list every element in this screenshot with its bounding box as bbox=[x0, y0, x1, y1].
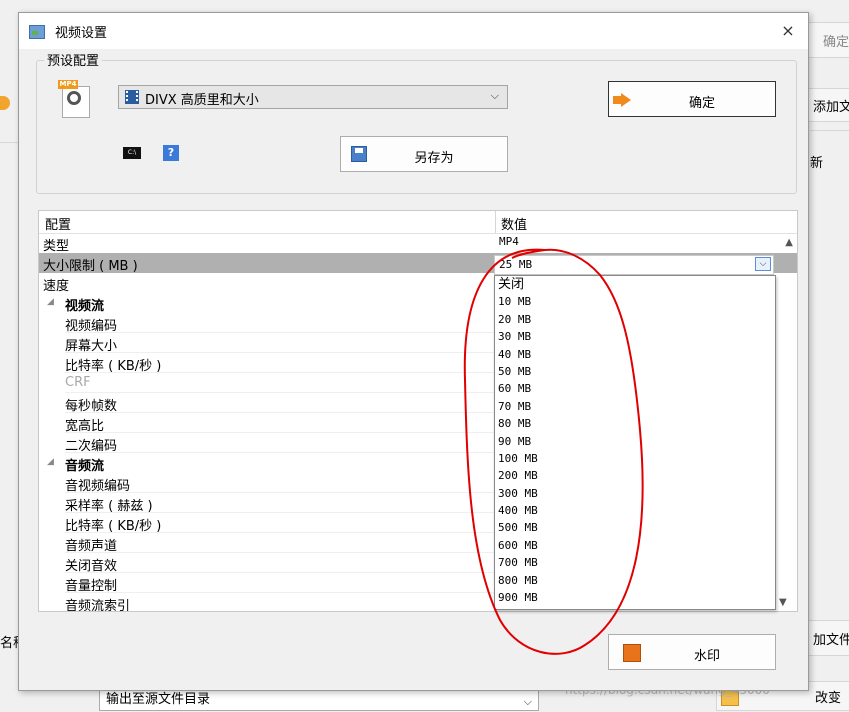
change-button-label: 改变 bbox=[814, 690, 841, 706]
grid-row-label: 速度 bbox=[43, 279, 70, 294]
scroll-up-icon[interactable]: ▲ bbox=[785, 237, 793, 248]
grid-row-label: 类型 bbox=[43, 239, 70, 254]
grid-row-label: CRF bbox=[65, 375, 91, 390]
save-as-button[interactable]: 另存为 bbox=[340, 136, 508, 172]
help-icon[interactable]: ? bbox=[163, 145, 179, 161]
preset-group-label: 预设配置 bbox=[44, 50, 103, 69]
grid-header: 配置 数值 bbox=[39, 211, 797, 234]
ok-button-label: 确定 bbox=[688, 96, 715, 111]
size-limit-option[interactable]: 30 MB bbox=[495, 328, 775, 345]
size-limit-option[interactable]: 60 MB bbox=[495, 380, 775, 397]
background-divider bbox=[0, 142, 18, 143]
grid-row[interactable]: 类型 MP4 bbox=[39, 233, 797, 254]
collapse-triangle-icon[interactable]: ◢ bbox=[47, 457, 54, 467]
size-limit-option[interactable]: 90 MB bbox=[495, 433, 775, 450]
background-orange-icon bbox=[0, 96, 10, 110]
size-limit-option[interactable]: 70 MB bbox=[495, 398, 775, 415]
size-limit-option[interactable]: 100 MB bbox=[495, 450, 775, 467]
chevron-down-icon: ⌵ bbox=[523, 695, 532, 708]
size-limit-option[interactable]: 500 MB bbox=[495, 519, 775, 536]
size-limit-option[interactable]: 20 MB bbox=[495, 311, 775, 328]
collapse-triangle-icon[interactable]: ◢ bbox=[47, 297, 54, 307]
chevron-down-icon: ⌵ bbox=[490, 89, 499, 102]
grid-row-label: 音频流索引 bbox=[65, 599, 131, 612]
size-limit-option[interactable]: 900 MB bbox=[495, 589, 775, 606]
size-limit-dropdown: 关闭 10 MB 20 MB 30 MB 40 MB 50 MB 60 MB 70 MB 80 … bbox=[494, 275, 776, 610]
background-output-select[interactable]: 输出至源文件目录 ⌵ bbox=[99, 689, 539, 711]
column-divider[interactable] bbox=[495, 211, 496, 233]
grid-row-label: 视频流 bbox=[65, 299, 105, 314]
size-limit-option[interactable]: 200 MB bbox=[495, 467, 775, 484]
background-divider bbox=[810, 130, 849, 131]
size-limit-option[interactable]: 300 MB bbox=[495, 485, 775, 502]
film-icon bbox=[125, 90, 139, 104]
chevron-down-icon[interactable]: ⌵ bbox=[755, 257, 771, 271]
video-settings-icon bbox=[29, 25, 45, 39]
size-limit-option[interactable]: 400 MB bbox=[495, 502, 775, 519]
size-limit-option[interactable]: 80 MB bbox=[495, 415, 775, 432]
titlebar: 视频设置 × bbox=[19, 13, 808, 49]
save-as-button-label: 另存为 bbox=[414, 151, 454, 166]
grid-row-label: 大小限制 ( MB ) bbox=[43, 259, 138, 274]
grid-header-value: 数值 bbox=[501, 218, 528, 233]
close-button[interactable]: × bbox=[776, 19, 800, 43]
size-limit-option[interactable]: 关闭 bbox=[495, 276, 775, 293]
size-limit-option[interactable]: 50 MB bbox=[495, 363, 775, 380]
scroll-down-icon[interactable]: ▼ bbox=[779, 597, 787, 608]
watermark-button-label: 水印 bbox=[693, 649, 720, 664]
size-limit-combo[interactable]: 25 MB ⌵ bbox=[494, 255, 774, 275]
size-limit-option[interactable]: 600 MB bbox=[495, 537, 775, 554]
output-select-value: 输出至源文件目录 bbox=[106, 692, 211, 707]
background-new-label: 新 bbox=[810, 156, 824, 171]
preset-select[interactable]: DIVX 高质里和大小 ⌵ bbox=[118, 85, 508, 109]
grid-row-value: MP4 bbox=[499, 235, 519, 248]
background-confirm-button[interactable]: 确定 bbox=[808, 22, 849, 58]
size-limit-option[interactable]: 40 MB bbox=[495, 346, 775, 363]
mp4-file-icon: MP4 bbox=[58, 80, 92, 118]
grid-row-label: 音频流 bbox=[65, 459, 105, 474]
size-limit-option[interactable]: 700 MB bbox=[495, 554, 775, 571]
command-prompt-icon[interactable]: C:\ bbox=[123, 147, 141, 159]
grid-header-config: 配置 bbox=[45, 218, 72, 233]
background-add-file-button-2[interactable]: 加文件 bbox=[808, 620, 849, 656]
ok-button[interactable]: 确定 bbox=[608, 81, 776, 117]
size-limit-option[interactable]: 800 MB bbox=[495, 572, 775, 589]
dialog-title: 视频设置 bbox=[55, 26, 108, 41]
preset-select-value: DIVX 高质里和大小 bbox=[145, 93, 259, 108]
watermark-button[interactable]: 水印 bbox=[608, 634, 776, 670]
background-add-file-button[interactable]: 添加文 bbox=[808, 88, 849, 122]
size-limit-combo-value: 25 MB bbox=[499, 258, 533, 271]
size-limit-option[interactable]: 10 MB bbox=[495, 293, 775, 310]
